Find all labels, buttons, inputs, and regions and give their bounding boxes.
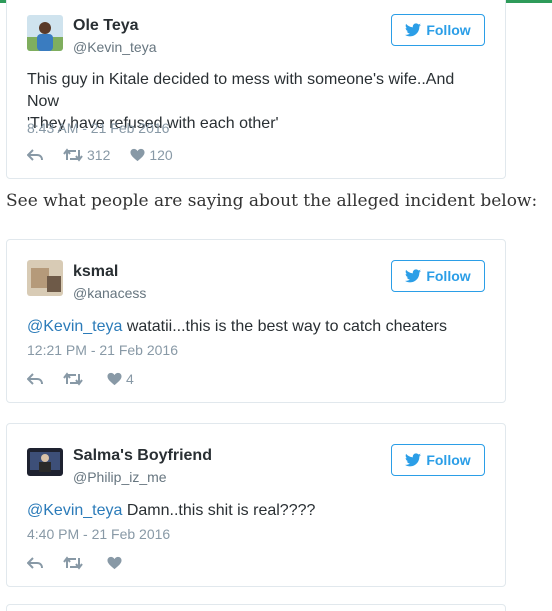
- reply-icon: [27, 373, 43, 385]
- avatar[interactable]: [27, 448, 63, 476]
- follow-button[interactable]: Follow: [391, 444, 485, 476]
- tweet-card: Ole Teya @Kevin_teya Follow This guy in …: [6, 0, 506, 179]
- retweet-icon: [63, 372, 83, 386]
- like-button[interactable]: 120: [130, 147, 173, 163]
- reply-button[interactable]: [27, 372, 43, 386]
- retweet-button[interactable]: [63, 372, 87, 386]
- retweet-icon: [63, 148, 83, 162]
- tweet-text-line: This guy in Kitale decided to mess with …: [27, 71, 455, 110]
- tweet-text-body: Damn..this shit is real????: [122, 502, 316, 519]
- heart-icon: [130, 148, 145, 162]
- follow-button[interactable]: Follow: [391, 14, 485, 46]
- tweet-actions: 4: [27, 370, 154, 388]
- mention-link[interactable]: @Kevin_teya: [27, 502, 122, 519]
- tweet-text-body: watatii...this is the best way to catch …: [122, 318, 447, 335]
- tweet-timestamp[interactable]: 8:43 AM - 21 Feb 2016: [27, 120, 169, 136]
- follow-button[interactable]: Follow: [391, 260, 485, 292]
- follow-label: Follow: [426, 452, 471, 468]
- avatar[interactable]: [27, 260, 63, 296]
- avatar[interactable]: [27, 15, 63, 51]
- retweet-count: 312: [87, 147, 111, 163]
- heart-icon: [107, 556, 122, 570]
- like-count: 120: [149, 147, 173, 163]
- author-name[interactable]: Salma's Boyfriend: [73, 447, 212, 465]
- retweet-button[interactable]: 312: [63, 147, 110, 163]
- author-name[interactable]: Ole Teya: [73, 17, 139, 35]
- heart-icon: [107, 372, 122, 386]
- reply-icon: [27, 149, 43, 161]
- author-handle[interactable]: @kanacess: [73, 285, 146, 301]
- like-button[interactable]: [107, 556, 126, 570]
- twitter-bird-icon: [405, 269, 422, 283]
- retweet-button[interactable]: [63, 556, 87, 570]
- like-button[interactable]: 4: [107, 371, 134, 387]
- retweet-icon: [63, 556, 83, 570]
- reply-icon: [27, 557, 43, 569]
- follow-label: Follow: [426, 268, 471, 284]
- article-caption: See what people are saying about the all…: [6, 191, 538, 211]
- tweet-actions: [27, 554, 146, 572]
- twitter-bird-icon: [405, 453, 422, 467]
- tweet-actions: 312 120: [27, 146, 193, 164]
- author-name[interactable]: ksmal: [73, 263, 118, 281]
- tweet-card: ksmal @kanacess Follow @Kevin_teya watat…: [6, 239, 506, 403]
- tweet-timestamp[interactable]: 4:40 PM - 21 Feb 2016: [27, 526, 170, 542]
- tweet-card-partial: [6, 604, 506, 611]
- author-handle[interactable]: @Philip_iz_me: [73, 469, 167, 485]
- mention-link[interactable]: @Kevin_teya: [27, 318, 122, 335]
- tweet-text: @Kevin_teya Damn..this shit is real????: [27, 500, 487, 522]
- reply-button[interactable]: [27, 148, 43, 162]
- reply-button[interactable]: [27, 556, 43, 570]
- tweet-card: Salma's Boyfriend @Philip_iz_me Follow @…: [6, 423, 506, 587]
- tweet-text: @Kevin_teya watatii...this is the best w…: [27, 316, 487, 338]
- tweet-timestamp[interactable]: 12:21 PM - 21 Feb 2016: [27, 342, 178, 358]
- twitter-bird-icon: [405, 23, 422, 37]
- like-count: 4: [126, 371, 134, 387]
- follow-label: Follow: [426, 22, 471, 38]
- author-handle[interactable]: @Kevin_teya: [73, 39, 156, 55]
